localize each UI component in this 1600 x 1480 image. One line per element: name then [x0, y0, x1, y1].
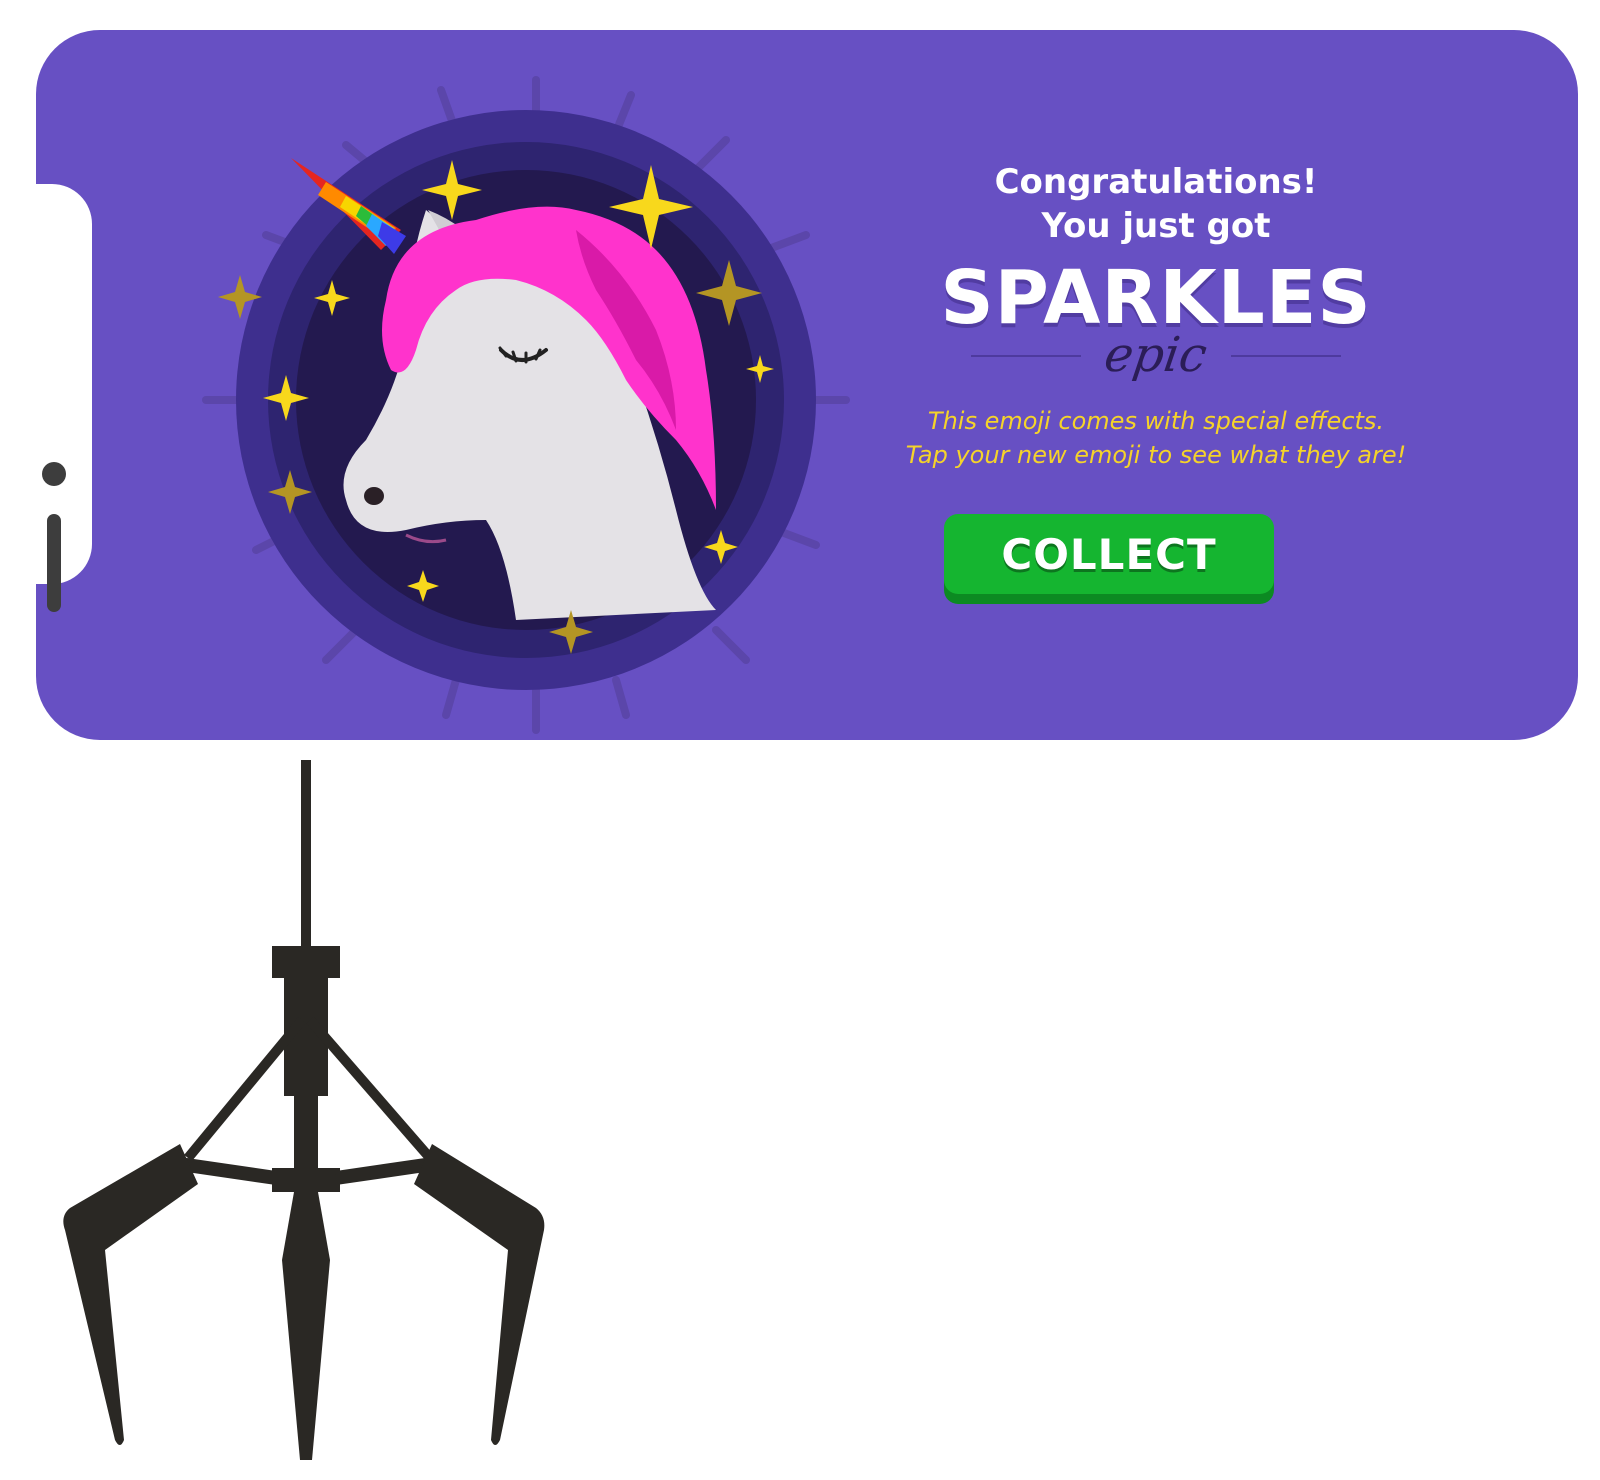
collect-button[interactable]: COLLECT — [944, 514, 1274, 594]
effects-line-2: Tap your new emoji to see what they are! — [905, 441, 1407, 469]
unicorn-emoji-icon[interactable] — [156, 50, 916, 740]
rarity-row: epic — [856, 327, 1456, 383]
congrats-heading: Congratulations! — [994, 162, 1318, 202]
divider-left — [971, 355, 1081, 357]
reward-screen: Congratulations! You just got SPARKLES e… — [36, 30, 1578, 740]
divider-right — [1231, 355, 1341, 357]
reward-message: Congratulations! You just got SPARKLES e… — [856, 160, 1456, 472]
claw-machine-icon — [63, 760, 545, 1460]
speaker-icon — [47, 514, 61, 612]
effects-description: This emoji comes with special effects. T… — [856, 404, 1456, 472]
phone-notch — [36, 184, 92, 612]
subheading: You just got — [1041, 206, 1271, 246]
camera-icon — [42, 462, 66, 486]
rarity-label: epic — [1101, 327, 1211, 383]
effects-line-1: This emoji comes with special effects. — [927, 407, 1385, 435]
